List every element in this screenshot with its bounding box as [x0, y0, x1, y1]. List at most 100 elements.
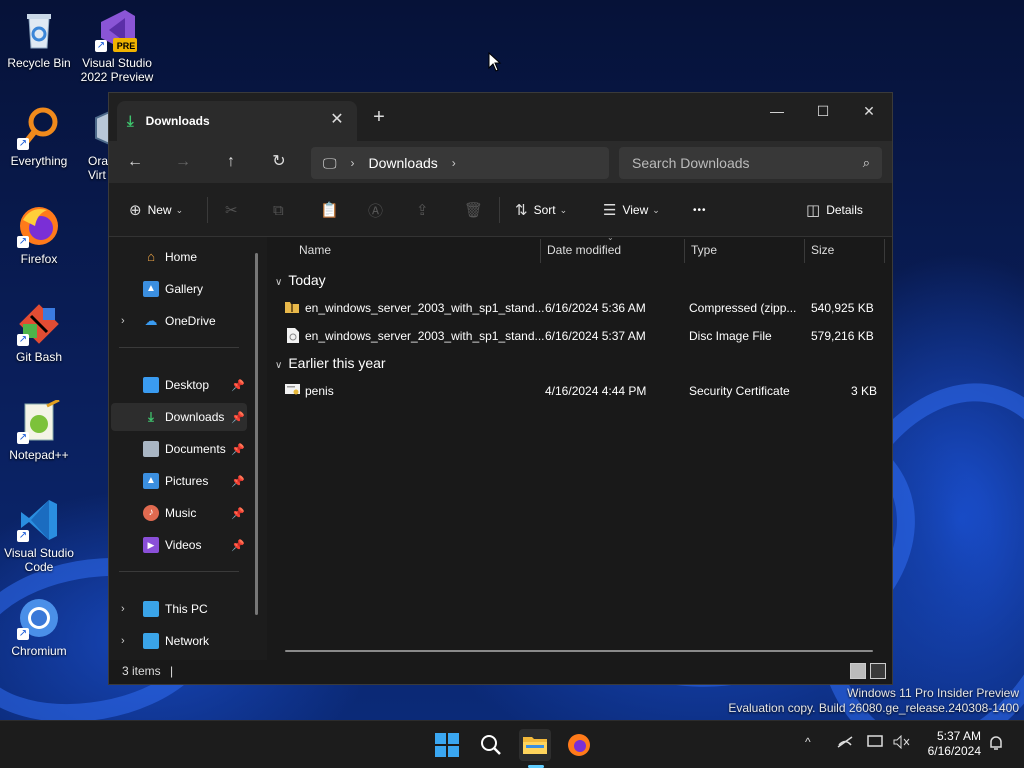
paste-button[interactable]: 📋	[320, 197, 345, 223]
group-header-earlier-this-year[interactable]: ∨ Earlier this year	[275, 355, 386, 371]
sidebar-item-documents[interactable]: Documents 📌	[111, 435, 247, 463]
up-button[interactable]: ↑	[218, 149, 244, 175]
close-tab-icon[interactable]: ✕	[327, 111, 347, 131]
column-header-size[interactable]: Size	[811, 237, 834, 263]
start-button[interactable]	[431, 729, 463, 761]
breadcrumb-downloads[interactable]: Downloads	[369, 155, 438, 171]
file-name: penis	[305, 384, 334, 398]
navigation-pane: ⌂ Home ▲ Gallery › ☁ OneDrive Desktop 📌 …	[109, 237, 267, 660]
column-divider[interactable]	[804, 239, 805, 263]
taskbar-firefox[interactable]	[563, 729, 595, 761]
pin-icon[interactable]: 📌	[231, 475, 245, 488]
cut-button[interactable]: ✂	[225, 197, 244, 223]
vscode-icon: ↗	[17, 498, 61, 542]
new-label: New	[147, 203, 172, 217]
back-button[interactable]: ←	[122, 149, 148, 175]
details-pane-button[interactable]: ◫ Details	[806, 197, 863, 223]
details-view-button[interactable]	[850, 663, 866, 679]
pin-icon[interactable]: 📌	[231, 443, 245, 456]
status-bar: 3 items |	[109, 658, 892, 684]
display-icon[interactable]	[867, 735, 885, 752]
documents-icon	[143, 441, 159, 457]
sidebar-scrollbar[interactable]	[255, 253, 258, 615]
download-icon: ⤓	[127, 112, 134, 130]
evaluation-watermark: Windows 11 Pro Insider Preview Evaluatio…	[728, 686, 1019, 716]
desktop-icon-vscode[interactable]: ↗ Visual Studio Code	[0, 498, 78, 574]
pin-icon[interactable]: 📌	[231, 539, 245, 552]
desktop-icon-recycle-bin[interactable]: Recycle Bin	[0, 8, 78, 70]
sidebar-item-gallery[interactable]: ▲ Gallery	[111, 275, 247, 303]
chevron-right-icon[interactable]: ›	[121, 635, 125, 647]
desktop-icon-firefox[interactable]: ↗ Firefox	[0, 204, 78, 266]
column-header-name[interactable]: Name	[299, 237, 331, 263]
breadcrumb-separator-icon[interactable]: ›	[452, 156, 456, 170]
sidebar-item-this-pc[interactable]: › This PC	[111, 595, 247, 623]
taskbar-file-explorer[interactable]	[519, 729, 551, 761]
sidebar-item-label: Downloads	[165, 410, 225, 424]
details-pane-icon: ◫	[806, 202, 821, 219]
tab-downloads[interactable]: ⤓ Downloads ✕	[117, 101, 357, 141]
group-header-today[interactable]: ∨ Today	[275, 272, 326, 288]
close-window-button[interactable]: ✕	[846, 97, 892, 127]
sidebar-item-music[interactable]: ♪ Music 📌	[111, 499, 247, 527]
scissors-icon: ✂	[225, 202, 238, 219]
new-button[interactable]: ⊕ New ⌄	[129, 197, 183, 223]
column-divider[interactable]	[540, 239, 541, 263]
column-header-type[interactable]: Type	[691, 237, 717, 263]
sidebar-item-label: Videos	[165, 538, 202, 552]
tiles-view-button[interactable]	[870, 663, 886, 679]
sidebar-item-home[interactable]: ⌂ Home	[111, 243, 247, 271]
sidebar-item-downloads[interactable]: ⤓ Downloads 📌	[111, 403, 247, 431]
sidebar-item-videos[interactable]: ▶ Videos 📌	[111, 531, 247, 559]
desktop-icon-git-bash[interactable]: ↗ Git Bash	[0, 302, 78, 364]
pictures-icon: ▲	[143, 473, 159, 489]
refresh-button[interactable]: ↻	[266, 149, 292, 175]
network-offline-icon[interactable]	[836, 735, 854, 752]
sidebar-item-label: Home	[165, 250, 198, 264]
file-row[interactable]: en_windows_server_2003_with_sp1_stand...…	[277, 295, 882, 321]
share-button[interactable]: ⇪	[416, 197, 435, 223]
pin-icon[interactable]: 📌	[231, 507, 245, 520]
sort-button[interactable]: ⇅ Sort ⌄	[515, 197, 567, 223]
breadcrumb-separator-icon: ›	[350, 156, 355, 170]
pin-icon[interactable]: 📌	[231, 379, 245, 392]
forward-button[interactable]: →	[170, 149, 196, 175]
speaker-muted-icon[interactable]	[893, 734, 911, 752]
chevron-right-icon[interactable]: ›	[121, 315, 125, 327]
column-divider[interactable]	[884, 239, 885, 263]
mouse-cursor-icon	[488, 51, 502, 75]
rename-button[interactable]: Ⓐ	[368, 197, 389, 223]
toolbar-divider	[207, 197, 208, 223]
desktop-icon-everything[interactable]: ↗ Everything	[0, 106, 78, 168]
address-bar[interactable]: 🖵 › Downloads ›	[311, 147, 609, 179]
copy-button[interactable]: ⧉	[273, 197, 290, 223]
desktop-icon-notepad-plus-plus[interactable]: ↗ Notepad++	[0, 398, 78, 462]
maximize-button[interactable]: ☐	[800, 97, 846, 127]
desktop-icon-visual-studio[interactable]: PRE ↗ Visual Studio 2022 Preview	[78, 8, 156, 84]
search-input[interactable]: Search Downloads ⌕	[619, 147, 882, 179]
sidebar-item-desktop[interactable]: Desktop 📌	[111, 371, 247, 399]
view-button[interactable]: ☰ View ⌄	[603, 197, 660, 223]
pin-icon[interactable]: 📌	[231, 411, 245, 424]
minimize-button[interactable]: —	[754, 97, 800, 127]
show-hidden-icons-button[interactable]: ^	[805, 735, 811, 749]
desktop-icon-chromium[interactable]: ↗ Chromium	[0, 596, 78, 658]
delete-button[interactable]: 🗑	[464, 197, 489, 223]
chevron-right-icon[interactable]: ›	[121, 603, 125, 615]
file-row[interactable]: en_windows_server_2003_with_sp1_stand...…	[277, 323, 882, 349]
folder-icon	[523, 737, 547, 754]
sidebar-item-network[interactable]: › Network	[111, 627, 247, 655]
horizontal-scrollbar[interactable]	[285, 650, 873, 652]
sidebar-item-pictures[interactable]: ▲ Pictures 📌	[111, 467, 247, 495]
sort-label: Sort	[533, 203, 556, 217]
desktop-icon-oracle-virtualbox[interactable]: Ora Virt	[78, 106, 108, 182]
new-tab-button[interactable]: +	[369, 107, 389, 127]
notifications-bell-icon[interactable]	[988, 735, 1004, 754]
column-divider[interactable]	[684, 239, 685, 263]
clock[interactable]: 5:37 AM 6/16/2024	[928, 729, 981, 759]
sidebar-item-onedrive[interactable]: › ☁ OneDrive	[111, 307, 247, 335]
search-button[interactable]	[475, 729, 507, 761]
cloud-icon: ☁	[144, 313, 158, 328]
file-row[interactable]: penis 4/16/2024 4:44 PM Security Certifi…	[277, 378, 882, 404]
more-options-button[interactable]: •••	[693, 197, 707, 223]
